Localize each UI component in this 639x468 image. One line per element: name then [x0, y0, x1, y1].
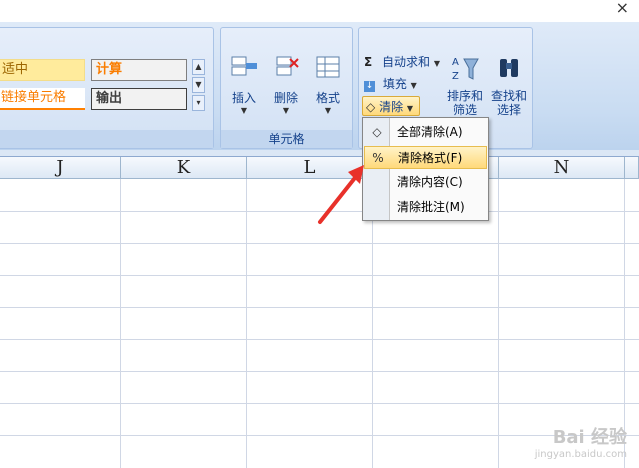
annotation-arrow: [318, 165, 364, 224]
watermark-url: jingyan.baidu.com: [534, 449, 627, 460]
watermark-brand: Bai 经验: [552, 427, 627, 448]
watermark: Bai 经验 jingyan.baidu.com: [535, 423, 627, 460]
